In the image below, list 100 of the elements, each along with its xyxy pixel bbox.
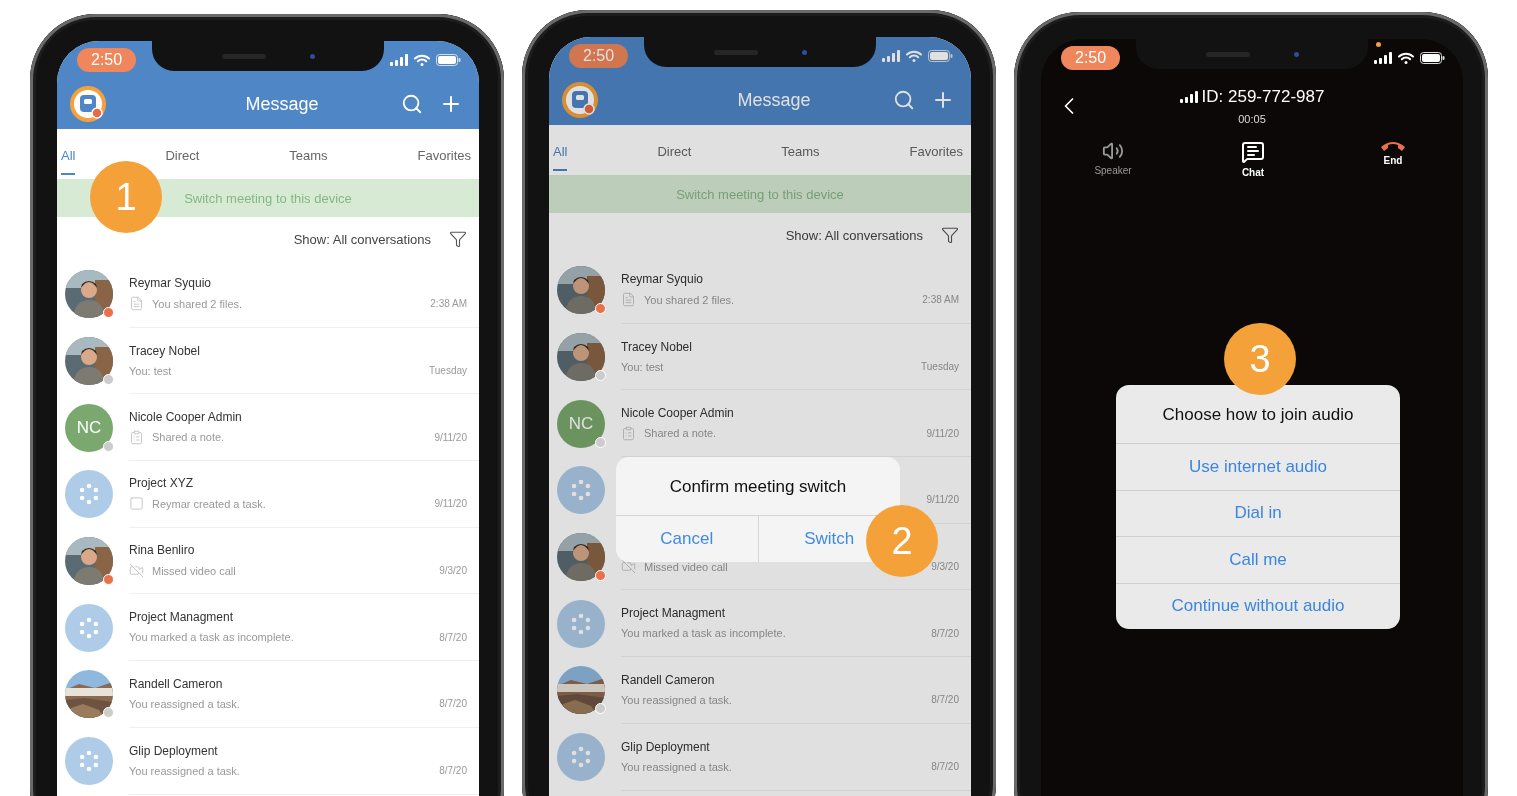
contact-name: Reymar Syquio	[621, 272, 704, 287]
message-time: 2:38 AM	[430, 298, 467, 310]
contact-name: Tracey Nobel	[621, 339, 692, 354]
message-time: 8/7/20	[931, 761, 959, 773]
dialog-button[interactable]: Cancel	[616, 516, 758, 562]
wifi-icon	[414, 54, 430, 66]
speaker-icon	[1102, 140, 1124, 162]
signal-icon	[882, 50, 900, 62]
message-preview: Reymar created a task.	[152, 497, 266, 510]
filter-icon[interactable]	[941, 226, 959, 244]
tab[interactable]: Teams	[289, 133, 328, 175]
message-time: 9/11/20	[434, 431, 467, 443]
audio-option[interactable]: Dial in	[1116, 489, 1400, 536]
dialog-title: Confirm meeting switch	[668, 476, 848, 498]
contact-name: Glip Deployment	[129, 743, 218, 758]
message-preview: Missed video call	[152, 564, 236, 577]
group-icon	[570, 479, 592, 502]
message-time: 8/7/20	[931, 694, 959, 706]
message-time: 2:38 AM	[922, 294, 959, 306]
signal-icon	[1374, 52, 1392, 64]
step-marker-tooltip: 1	[90, 161, 162, 233]
message-preview: You reassigned a task.	[129, 764, 240, 777]
call-timer: 00:05	[1238, 113, 1266, 125]
group-icon	[78, 750, 100, 773]
header-title: Message	[736, 89, 812, 111]
status-time: 2:50	[77, 48, 137, 72]
group-icon	[570, 612, 592, 635]
message-time: Tuesday	[429, 365, 467, 377]
audio-option[interactable]: Call me	[1116, 536, 1400, 583]
contact-name: Tracey Nobel	[129, 343, 200, 358]
filter-icon[interactable]	[449, 230, 467, 248]
logo-icon[interactable]	[69, 85, 107, 123]
battery-icon	[1420, 52, 1445, 64]
group-icon	[570, 746, 592, 769]
audio-option[interactable]: Continue without audio	[1116, 582, 1400, 629]
message-preview: You shared 2 files.	[644, 293, 735, 306]
group-icon	[78, 616, 100, 639]
chat-icon	[1241, 140, 1265, 164]
message-preview: You: test	[129, 364, 172, 377]
message-preview: You reassigned a task.	[129, 697, 240, 710]
avatar-initials: NC	[65, 403, 113, 452]
tab[interactable]: Direct	[657, 129, 692, 171]
group-icon	[78, 483, 100, 506]
contact-name: Project Managment	[129, 610, 234, 625]
call-control[interactable]: Speaker	[1091, 139, 1135, 179]
search-icon[interactable]	[893, 89, 915, 111]
message-time: 8/7/20	[931, 627, 959, 639]
contact-name: Nicole Cooper Admin	[129, 409, 242, 424]
audio-option[interactable]: Use internet audio	[1116, 443, 1400, 490]
message-preview: Missed video call	[644, 560, 728, 573]
avatar-initials: NC	[557, 399, 605, 448]
meeting-id: ID: 259-772-987	[1201, 87, 1325, 107]
message-preview: You: test	[621, 360, 664, 373]
tab[interactable]: Teams	[781, 129, 820, 171]
message-preview: You marked a task as incomplete.	[621, 627, 786, 640]
signal-icon	[390, 54, 408, 66]
status-time: 2:50	[569, 44, 629, 68]
filter-label[interactable]: Show: All conversations	[785, 227, 923, 243]
header-title: Message	[244, 93, 320, 115]
message-time: 8/7/20	[439, 631, 467, 643]
message-preview: You reassigned a task.	[621, 693, 732, 706]
wifi-icon	[906, 50, 922, 62]
contact-name: Randell Cameron	[621, 672, 715, 687]
message-time: Tuesday	[921, 361, 959, 373]
call-control[interactable]: End	[1371, 139, 1415, 179]
contact-name: Reymar Syquio	[129, 276, 212, 291]
connection-icon	[1179, 91, 1198, 103]
search-icon[interactable]	[401, 93, 423, 115]
contact-name: Nicole Cooper Admin	[621, 405, 734, 420]
contact-name: Rina Benliro	[129, 543, 195, 558]
message-time: 9/3/20	[931, 561, 959, 573]
call-control[interactable]: Chat	[1231, 139, 1275, 179]
message-preview: Shared a note.	[152, 431, 225, 444]
contact-name: Project Managment	[621, 606, 726, 621]
battery-icon	[928, 50, 953, 62]
tab[interactable]: All	[61, 133, 76, 175]
message-time: 9/11/20	[926, 427, 959, 439]
message-time: 9/11/20	[434, 498, 467, 510]
tab[interactable]: All	[553, 129, 568, 171]
message-preview: You reassigned a task.	[621, 760, 732, 773]
status-time: 2:50	[1061, 46, 1121, 70]
message-time: 8/7/20	[439, 698, 467, 710]
battery-icon	[436, 54, 461, 66]
contact-name: Project XYZ	[129, 476, 194, 491]
message-time: 9/3/20	[439, 565, 467, 577]
message-preview: Shared a note.	[644, 427, 717, 440]
contact-name: Glip Deployment	[621, 739, 710, 754]
dialog-title: Choose how to join audio	[1161, 404, 1355, 426]
message-time: 8/7/20	[439, 765, 467, 777]
message-preview: You marked a task as incomplete.	[129, 631, 294, 644]
tab[interactable]: Direct	[165, 133, 200, 175]
filter-label[interactable]: Show: All conversations	[293, 231, 431, 247]
message-preview: You shared 2 files.	[152, 297, 243, 310]
contact-name: Randell Cameron	[129, 676, 223, 691]
tab[interactable]: Favorites	[909, 129, 963, 171]
wifi-icon	[1398, 52, 1414, 64]
tab[interactable]: Favorites	[417, 133, 471, 175]
logo-icon[interactable]	[561, 81, 599, 119]
hang-up-icon	[1380, 140, 1406, 152]
step-marker-tooltip: 3	[1224, 323, 1296, 395]
